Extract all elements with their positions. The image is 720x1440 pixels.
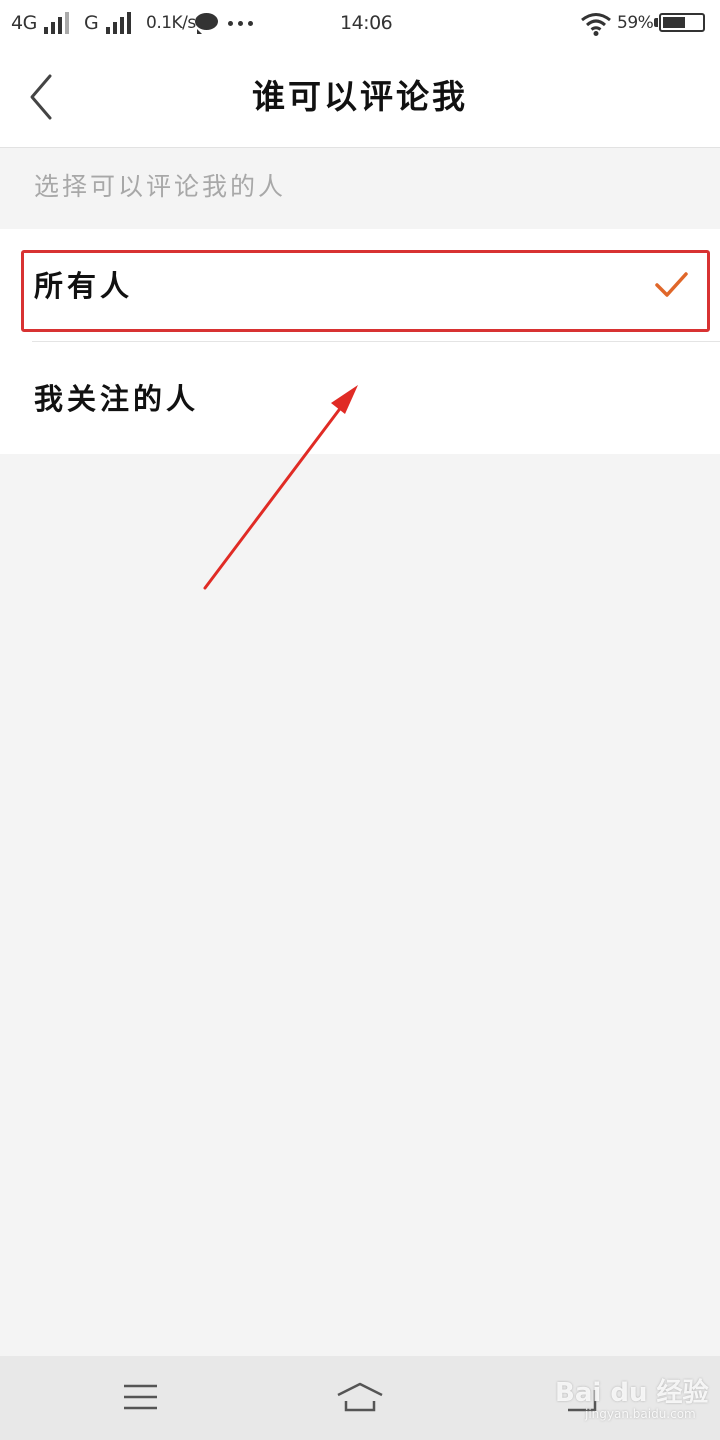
menu-button[interactable] xyxy=(80,1366,200,1430)
home-icon xyxy=(337,1382,383,1412)
option-label: 所有人 xyxy=(34,269,134,303)
annotation-arrow xyxy=(203,385,358,590)
options-list: 所有人 我关注的人 xyxy=(0,229,720,454)
battery-nub xyxy=(654,18,658,27)
message-icon xyxy=(195,13,218,34)
battery-icon xyxy=(659,13,705,32)
watermark: Bai du 经验 xyxy=(555,1378,709,1408)
signal-icon-2 xyxy=(106,12,136,34)
section-caption: 选择可以评论我的人 xyxy=(34,172,287,201)
network-speed: 0.1K/s xyxy=(146,13,196,33)
battery-percent: 59% xyxy=(617,13,654,33)
page-title: 谁可以评论我 xyxy=(252,77,468,116)
status-bar: 4G G 0.1K/s 14:06 59% xyxy=(0,0,720,46)
wifi-icon xyxy=(581,13,611,36)
battery-level xyxy=(663,17,685,28)
option-everyone[interactable]: 所有人 xyxy=(0,229,720,342)
home-button[interactable] xyxy=(300,1366,420,1430)
header: 谁可以评论我 xyxy=(0,46,720,148)
check-icon xyxy=(655,272,688,297)
network-type-label-2: G xyxy=(84,12,99,34)
option-label: 我关注的人 xyxy=(34,382,200,416)
option-following[interactable]: 我关注的人 xyxy=(0,342,720,454)
watermark-url: jingyan.baidu.com xyxy=(585,1407,696,1421)
network-type-label: 4G xyxy=(11,12,37,34)
clock: 14:06 xyxy=(340,12,393,34)
signal-icon xyxy=(44,12,74,34)
menu-icon xyxy=(124,1384,157,1410)
